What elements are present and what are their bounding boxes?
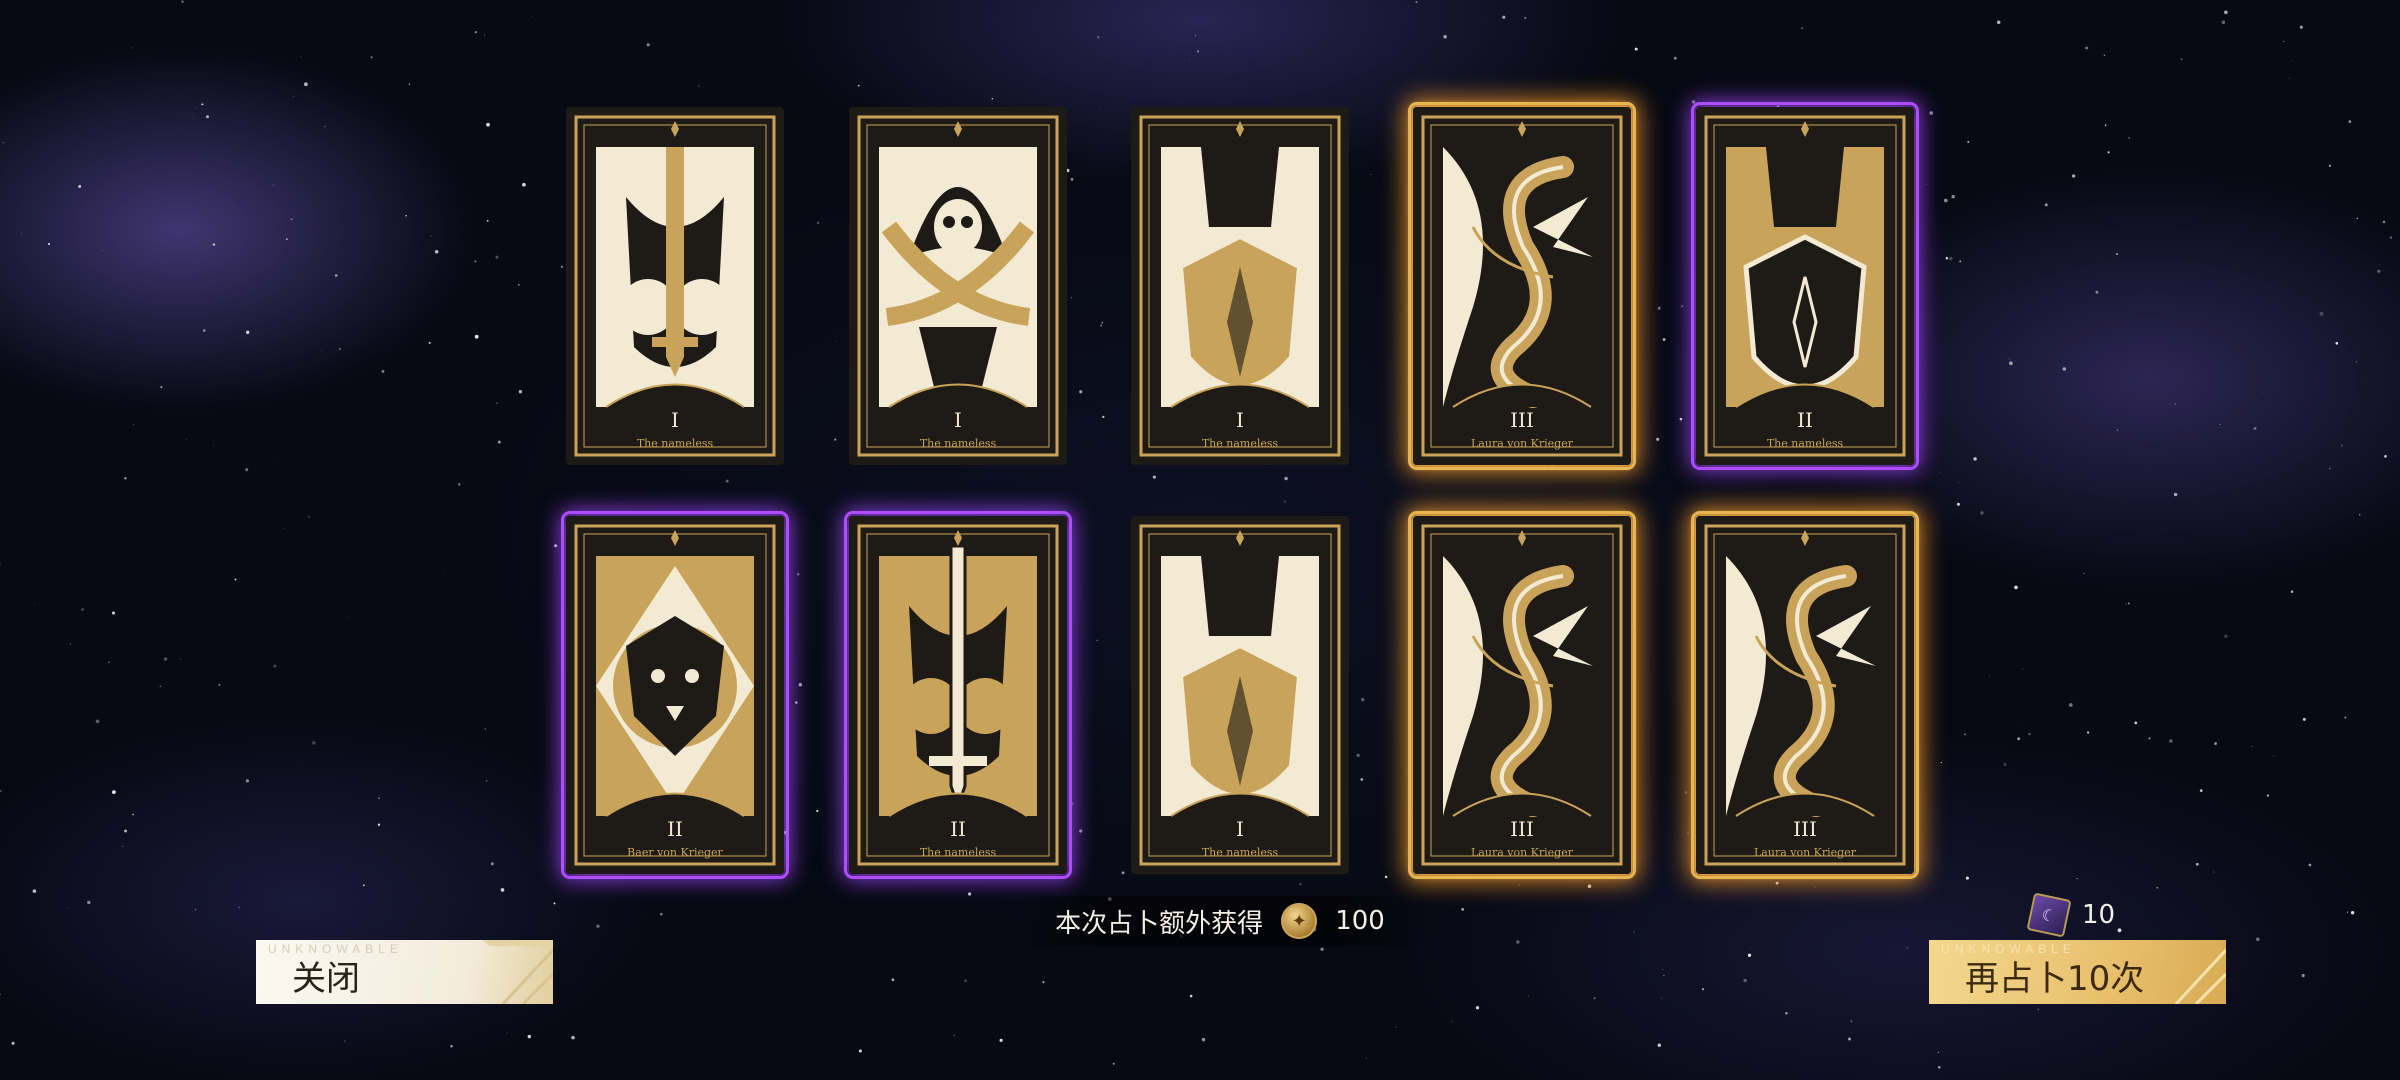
tarot-card[interactable]: I The nameless [566,107,784,465]
card-numeral: I [671,408,679,432]
card-caption: The nameless [920,437,997,450]
card-caption: The nameless [1202,846,1279,859]
reward-amount: 100 [1335,906,1385,936]
draw-again-button[interactable]: UNKNOWABLE 再占卜10次 [1929,940,2226,1004]
card-caption: Laura von Krieger [1754,846,1857,859]
button-corner-decoration [2174,948,2226,1004]
divination-ticket-icon: ☾ [2026,892,2072,938]
ticket-count: 10 [2082,900,2116,930]
tarot-card[interactable]: II The nameless [844,511,1072,879]
card-caption: Laura von Krieger [1471,846,1574,859]
tarot-card[interactable]: III Laura von Krieger [1408,511,1636,879]
button-corner-decoration [483,940,553,1004]
card-art-sword-helm: I The nameless [566,107,784,465]
card-art-dragon: III Laura von Krieger [1413,107,1631,465]
card-numeral: III [1793,817,1817,841]
card-caption: The nameless [637,437,714,450]
tarot-card[interactable]: I The nameless [1131,516,1349,874]
card-caption: The nameless [920,846,997,859]
card-numeral: I [1236,817,1244,841]
draw-again-button-label: 再占卜10次 [1965,958,2145,999]
reward-bar: 本次占卜额外获得 ✦ 100 [1020,896,1420,946]
tarot-card[interactable]: III Laura von Krieger [1691,511,1919,879]
card-numeral: I [1236,408,1244,432]
close-button[interactable]: UNKNOWABLE 关闭 [256,940,553,1004]
card-caption: Baer von Krieger [627,846,723,859]
card-numeral: III [1510,408,1534,432]
close-button-label: 关闭 [292,958,360,999]
card-caption: The nameless [1202,437,1279,450]
tarot-card[interactable]: III Laura von Krieger [1408,102,1636,470]
tarot-card[interactable]: I The nameless [1131,107,1349,465]
card-numeral: II [667,817,683,841]
card-numeral: III [1510,817,1534,841]
card-numeral: I [954,408,962,432]
reward-label: 本次占卜额外获得 [1055,908,1264,939]
card-art-lion: II Baer von Krieger [566,516,784,874]
card-art-dragon: III Laura von Krieger [1696,516,1914,874]
coin-icon: ✦ [1281,903,1318,939]
card-art-knight-shield-dark: II The nameless [1696,107,1914,465]
ticket-counter: ☾ 10 [2026,892,2116,938]
card-art-knight-shield: I The nameless [1131,516,1349,874]
card-art-dragon: III Laura von Krieger [1413,516,1631,874]
card-numeral: II [950,817,966,841]
tarot-card[interactable]: II The nameless [1691,102,1919,470]
card-caption: Laura von Krieger [1471,437,1574,450]
tarot-card[interactable]: I The nameless [849,107,1067,465]
card-caption: The nameless [1767,437,1844,450]
card-numeral: II [1797,408,1813,432]
card-art-knight-shield: I The nameless [1131,107,1349,465]
tarot-card[interactable]: II Baer von Krieger [561,511,789,879]
card-art-sword-helm-dark: II The nameless [849,516,1067,874]
card-art-hooded-dual-blades: I The nameless [849,107,1067,465]
